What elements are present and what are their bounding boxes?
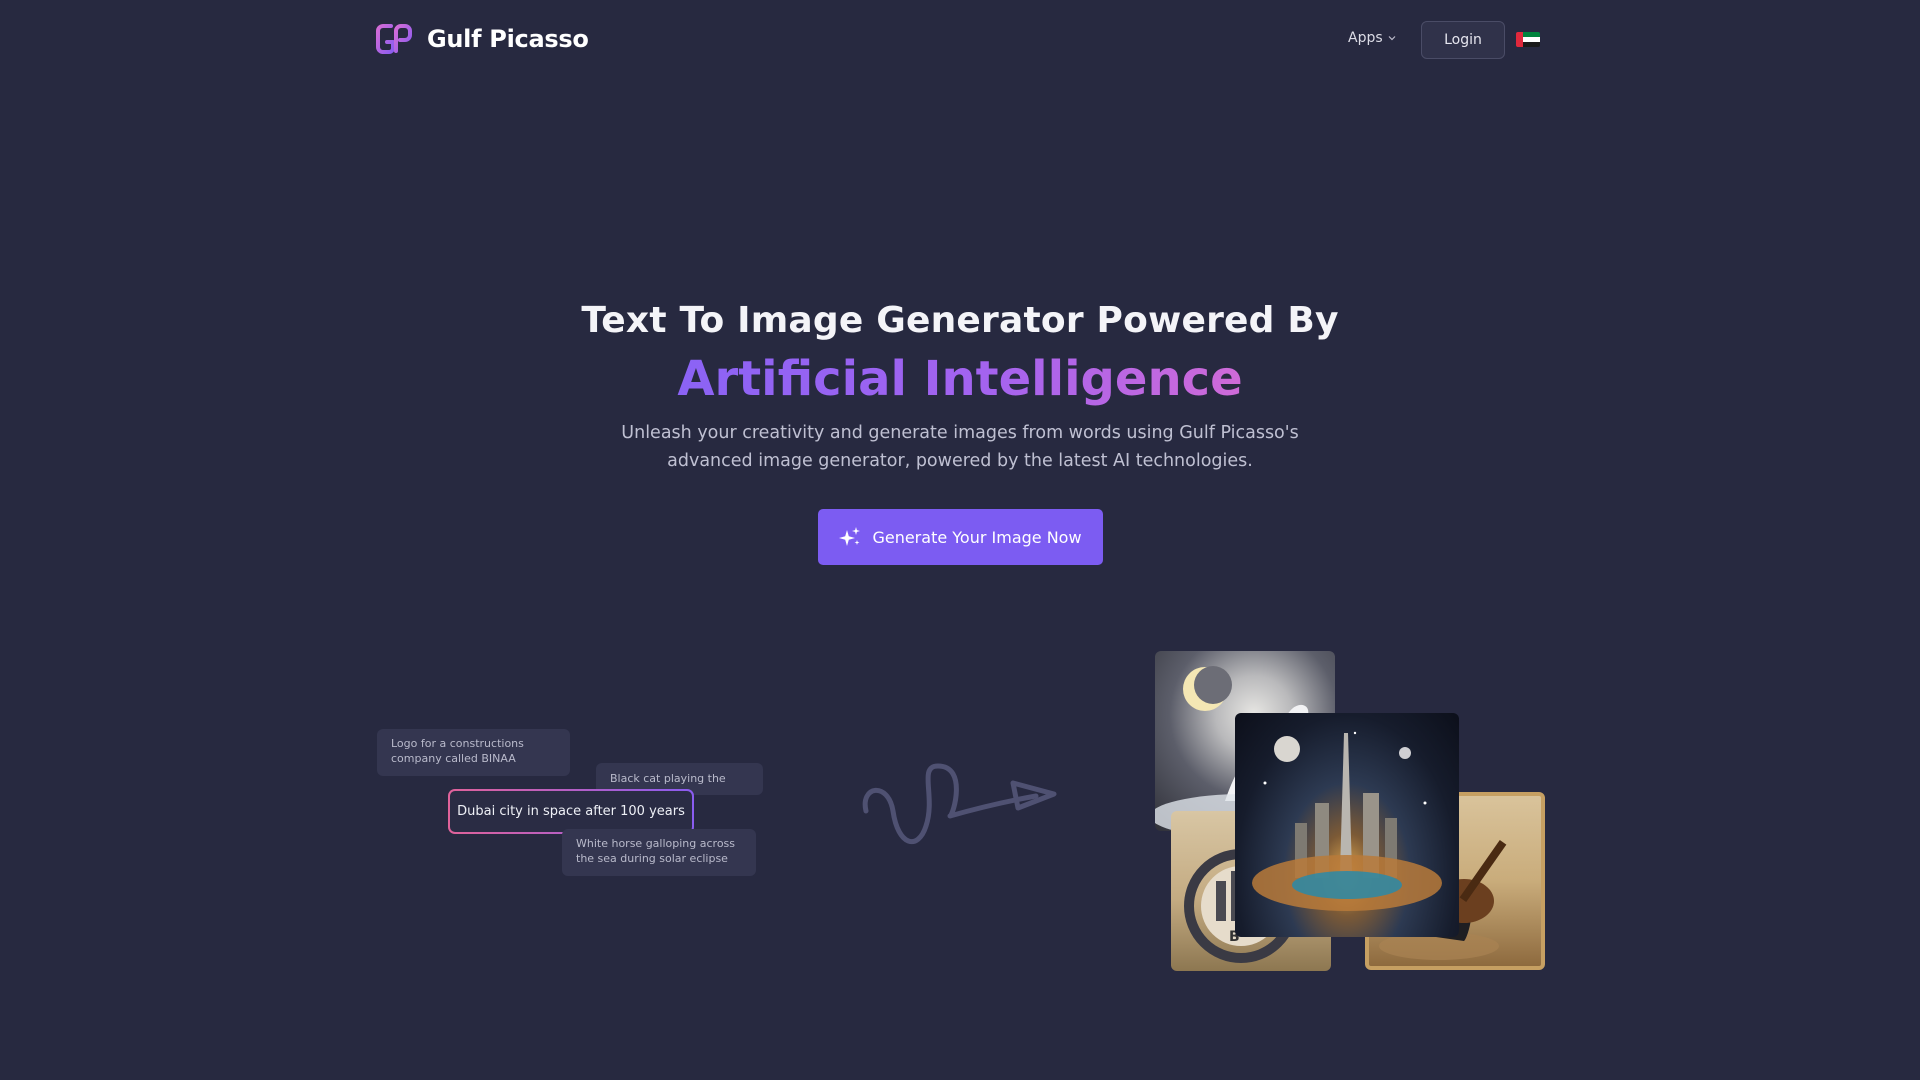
uae-flag-icon[interactable] (1516, 32, 1540, 47)
site-header: Gulf Picasso Apps Login (0, 0, 1920, 80)
chevron-down-icon (1388, 36, 1396, 41)
hero-title: Text To Image Generator Powered By (581, 300, 1339, 341)
login-button[interactable]: Login (1421, 21, 1505, 59)
hero-subtitle: Unleash your creativity and generate ima… (621, 423, 1299, 471)
apps-label: Apps (1348, 30, 1383, 46)
prompt-chip-active-text: Dubai city in space after 100 years (450, 791, 692, 832)
sparkles-icon (839, 527, 861, 546)
brand-logo[interactable]: Gulf Picasso (375, 22, 589, 56)
dubai-space-city-image (1235, 713, 1459, 937)
gulf-picasso-logo-icon (376, 24, 412, 54)
brand-name: Gulf Picasso (427, 25, 589, 53)
prompt-chip-active: Dubai city in space after 100 years (448, 789, 694, 834)
prompt-chip: Logo for a constructions company called … (377, 729, 570, 776)
apps-dropdown[interactable]: Apps (1348, 30, 1397, 46)
squiggle-arrow-icon (862, 763, 1057, 845)
hero-section: Text To Image Generator Powered By Artif… (0, 300, 1920, 565)
generate-image-button[interactable]: Generate Your Image Now (817, 509, 1103, 565)
generate-image-label: Generate Your Image Now (872, 527, 1082, 547)
prompt-chip: White horse galloping across the sea dur… (562, 829, 756, 876)
hero-accent-title: Artificial Intelligence (677, 351, 1243, 407)
